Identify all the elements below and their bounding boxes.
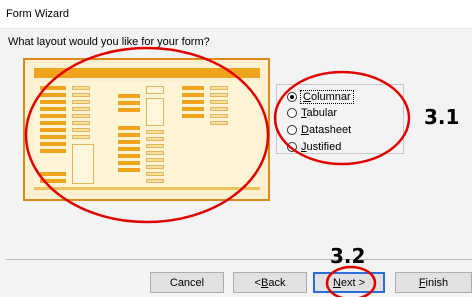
option-columnar-label: olumnar bbox=[310, 91, 351, 103]
option-datasheet[interactable]: Datasheet bbox=[287, 122, 351, 138]
back-button[interactable]: < Back bbox=[233, 272, 307, 293]
option-datasheet-label: atasheet bbox=[308, 124, 352, 136]
preview-form-body bbox=[34, 82, 260, 190]
radio-selected-icon[interactable] bbox=[287, 92, 297, 102]
next-button-label: ext > bbox=[340, 276, 366, 289]
finish-button[interactable]: Finish bbox=[395, 272, 472, 293]
radio-icon[interactable] bbox=[287, 142, 297, 152]
cancel-button-label: Cancel bbox=[169, 276, 205, 289]
form-wizard-window: Form Wizard What layout would you like f… bbox=[0, 0, 472, 297]
cancel-button[interactable]: Cancel bbox=[150, 272, 224, 293]
option-justified[interactable]: Justified bbox=[287, 139, 342, 153]
finish-button-mnemonic: F bbox=[418, 276, 426, 289]
annotation-label-3-1: 3.1 bbox=[424, 105, 460, 129]
back-button-mnemonic: B bbox=[260, 276, 269, 289]
preview-header-bar bbox=[34, 68, 260, 78]
option-columnar-mnemonic: C bbox=[303, 91, 311, 103]
option-tabular-label: abular bbox=[306, 107, 338, 119]
back-button-label: ack bbox=[268, 276, 286, 289]
radio-icon[interactable] bbox=[287, 125, 297, 135]
radio-icon[interactable] bbox=[287, 108, 297, 118]
option-columnar[interactable]: Columnar bbox=[287, 89, 354, 105]
layout-preview-image bbox=[23, 58, 270, 201]
title-bar: Form Wizard bbox=[0, 0, 472, 29]
finish-button-label: inish bbox=[425, 276, 449, 289]
annotation-label-3-2: 3.2 bbox=[330, 244, 366, 268]
option-justified-label: ustified bbox=[306, 141, 342, 153]
option-datasheet-mnemonic: D bbox=[301, 124, 309, 136]
layout-options-group: Columnar Tabular Datasheet Justified bbox=[276, 84, 404, 154]
next-button[interactable]: Next > bbox=[313, 272, 385, 293]
layout-question: What layout would you like for your form… bbox=[8, 36, 210, 48]
button-divider bbox=[6, 259, 472, 260]
next-button-mnemonic: N bbox=[332, 276, 341, 289]
option-tabular[interactable]: Tabular bbox=[287, 105, 337, 121]
window-title: Form Wizard bbox=[6, 8, 69, 20]
